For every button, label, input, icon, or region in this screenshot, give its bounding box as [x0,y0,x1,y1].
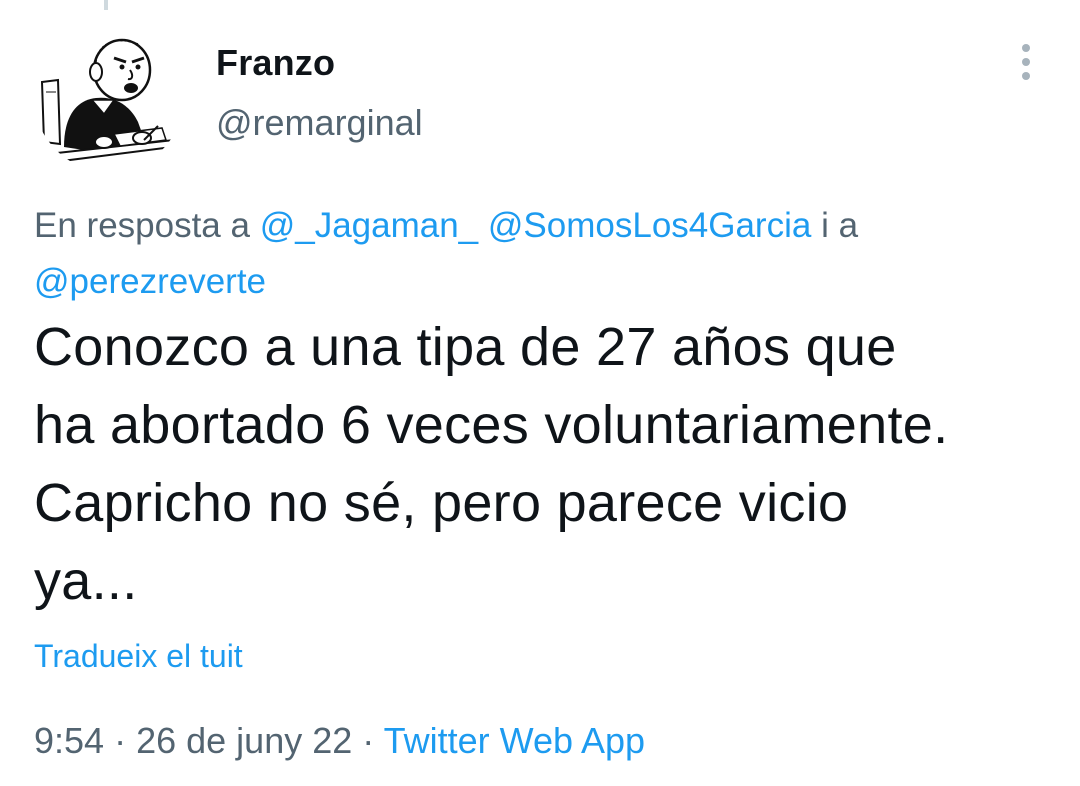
tweet-source-link[interactable]: Twitter Web App [384,720,645,761]
tweet-text-line: Conozco a una tipa de 27 años que [34,317,897,377]
tweet-text-line: Capricho no sé, pero parece vicio [34,473,849,533]
mention-link-perezreverte[interactable]: @perezreverte [34,262,266,301]
reply-context-prefix: En resposta a [34,206,260,245]
meta-separator: · [104,720,137,761]
more-options-vertical-icon [1022,44,1030,80]
tweet-text: Conozco a una tipa de 27 años que ha abo… [34,308,1064,620]
translate-tweet-link[interactable]: Tradueix el tuit [34,638,243,675]
mention-link-jagaman[interactable]: @_Jagaman_ [260,206,478,245]
author-display-name[interactable]: Franzo [216,42,335,84]
author-handle[interactable]: @remarginal [216,102,423,144]
thread-connector-line [104,0,108,10]
reply-context-separator [478,206,488,245]
tweet-time[interactable]: 9:54 [34,720,104,761]
reply-context-separator: i a [811,206,859,245]
reply-context: En resposta a @_Jagaman_ @SomosLos4Garci… [34,198,1054,310]
tweet-metadata: 9:54 · 26 de juny 22 · Twitter Web App [34,720,645,762]
tweet-date[interactable]: 26 de juny 22 [136,720,352,761]
mention-link-somoslos4garcia[interactable]: @SomosLos4Garcia [488,206,811,245]
more-options-button[interactable] [1004,40,1048,84]
cartoon-character-at-desk-avatar-icon [40,38,183,164]
tweet-text-line: ha abortado 6 veces voluntariamente. [34,395,949,455]
avatar[interactable] [34,22,184,172]
tweet-text-line: ya... [34,551,138,611]
meta-separator: · [352,720,384,761]
